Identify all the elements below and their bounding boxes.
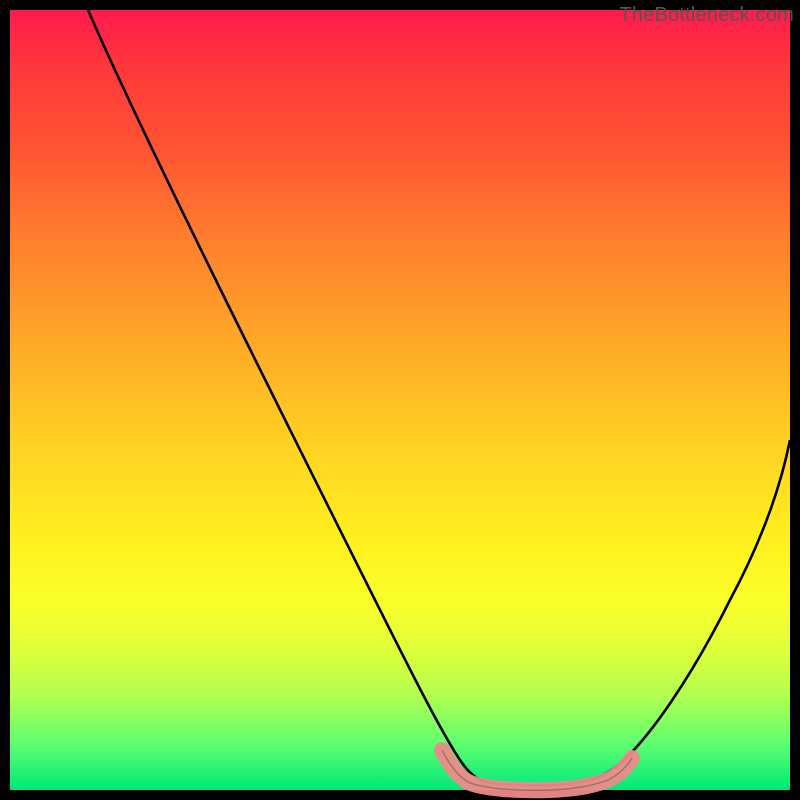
- chart-svg: [0, 0, 800, 800]
- chart-container: TheBottleneck.com: [0, 0, 800, 800]
- watermark-text: TheBottleneck.com: [619, 4, 794, 27]
- curve-line: [88, 10, 790, 785]
- highlight-band: [442, 750, 632, 790]
